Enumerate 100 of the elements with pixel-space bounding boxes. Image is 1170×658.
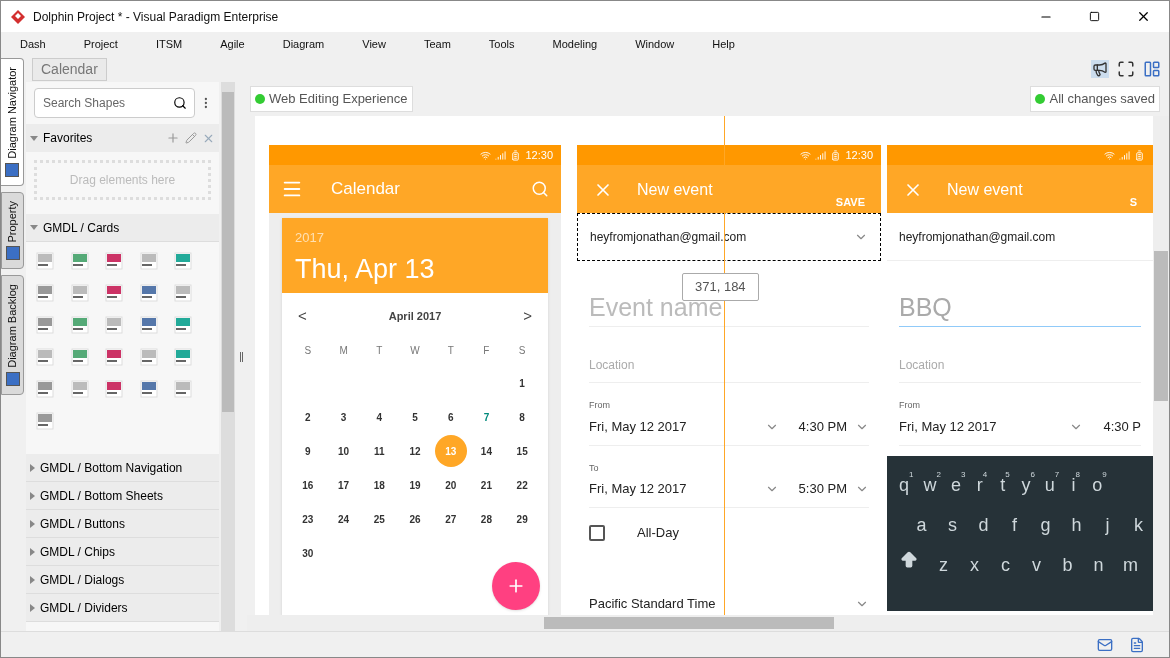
expand-arrow-icon[interactable] [30,225,38,230]
fit-window-icon[interactable] [1117,60,1135,78]
expand-arrow-icon[interactable] [30,135,38,141]
location-field[interactable]: Location [899,356,1141,383]
breadcrumb[interactable]: Calendar [32,57,107,81]
keyboard-key[interactable]: a [915,509,928,536]
expand-arrow-icon[interactable] [30,491,35,500]
expand-arrow-icon[interactable] [30,603,35,612]
calendar-day[interactable]: 4 [363,401,396,433]
keyboard-key[interactable]: c [999,549,1012,576]
card-thumbnail-icon[interactable] [70,284,89,302]
section-header[interactable]: GMDL / Bottom Sheets [26,482,219,510]
calendar-day[interactable]: 2 [291,401,324,433]
calendar-day[interactable]: 21 [470,469,503,501]
calendar-day[interactable]: 8 [506,401,539,433]
from-date[interactable]: Fri, May 12 2017 [899,416,1062,437]
card-thumbnail-icon[interactable] [174,284,193,302]
previous-month-button[interactable]: < [298,304,307,327]
from-time[interactable]: 4:30 P [1103,416,1141,437]
menu-item[interactable]: Window [616,35,694,53]
search-field[interactable]: Search Shapes [34,88,196,118]
calendar-day[interactable]: 27 [434,503,467,535]
card-thumbnail-icon[interactable] [36,380,54,398]
calendar-day[interactable]: 18 [363,469,396,501]
shift-key-icon[interactable] [899,549,919,570]
expand-arrow-icon[interactable] [30,575,35,584]
menu-item[interactable]: Help [693,35,754,53]
keyboard-key[interactable]: s [946,509,959,536]
keyboard-key[interactable]: f [1008,509,1021,536]
card-thumbnail-icon[interactable] [174,348,193,366]
calendar-day[interactable]: 3 [327,401,360,433]
panel-layout-icon[interactable] [1143,60,1161,78]
calendar-day[interactable]: 28 [470,503,503,535]
keyboard-key[interactable]: m [1123,549,1138,576]
keyboard-key[interactable]: k [1132,509,1145,536]
menu-item[interactable]: Dash [1,35,65,53]
card-thumbnail-icon[interactable] [139,316,158,334]
calendar-day[interactable]: 16 [291,469,324,501]
menu-item[interactable]: ITSM [136,35,202,53]
card-thumbnail-icon[interactable] [105,284,124,302]
card-thumbnail-icon[interactable] [139,252,158,270]
expand-arrow-icon[interactable] [30,463,35,472]
calendar-day[interactable]: 20 [434,469,467,501]
panel-scrollbar[interactable] [221,82,235,631]
timezone-selector[interactable]: Pacific Standard Time [589,594,855,611]
to-time[interactable]: 5:30 PM [798,479,847,499]
menu-item[interactable]: Diagram [263,35,344,53]
calendar-day[interactable]: 22 [506,469,539,501]
section-header[interactable]: GMDL / Dialogs [26,566,219,594]
card-thumbnail-icon[interactable] [174,380,193,398]
card-thumbnail-icon[interactable] [139,380,158,398]
menu-item[interactable]: Project [64,35,137,53]
calendar-day[interactable]: 7 [470,401,503,433]
card-thumbnail-icon[interactable] [36,252,54,270]
menu-item[interactable]: View [343,35,405,53]
card-thumbnail-icon[interactable] [36,316,54,334]
card-thumbnail-icon[interactable] [70,316,89,334]
calendar-day[interactable]: 10 [327,435,360,467]
all-day-checkbox[interactable] [589,525,605,541]
side-tab[interactable]: Property [1,191,24,270]
menu-item[interactable]: Agile [201,35,264,53]
section-header[interactable]: Favorites [26,124,219,152]
calendar-day[interactable]: 1 [506,367,539,399]
card-thumbnail-icon[interactable] [36,284,54,302]
from-date[interactable]: Fri, May 12 2017 [589,416,757,437]
keyboard-key[interactable]: h [1070,509,1083,536]
card-thumbnail-icon[interactable] [105,348,124,366]
calendar-day[interactable]: 23 [291,503,324,535]
card-thumbnail-icon[interactable] [36,348,54,366]
side-tab[interactable]: Diagram Backlog [1,275,24,396]
keyboard-key[interactable]: d [977,509,990,536]
calendar-day[interactable]: 12 [399,435,431,467]
expand-arrow-icon[interactable] [30,519,35,528]
keyboard-key[interactable]: v [1030,549,1043,576]
calendar-day[interactable]: 6 [434,401,467,433]
keyboard-key[interactable]: n [1092,549,1105,576]
from-time[interactable]: 4:30 PM [798,416,847,437]
card-thumbnail-icon[interactable] [139,348,158,366]
keyboard-key[interactable]: z [937,549,950,576]
keyboard-key[interactable]: g [1039,509,1052,536]
calendar-day[interactable]: 9 [291,435,324,467]
card-thumbnail-icon[interactable] [105,380,124,398]
keyboard-key[interactable]: j [1101,509,1114,536]
calendar-day[interactable]: 29 [506,503,539,535]
section-header[interactable]: GMDL / Bottom Navigation [26,454,219,482]
side-tab[interactable]: Diagram Navigator [1,58,24,186]
menu-item[interactable]: Modeling [533,35,617,53]
calendar-day[interactable]: 11 [363,435,396,467]
card-thumbnail-icon[interactable] [105,316,124,334]
to-date[interactable]: Fri, May 12 2017 [589,479,757,499]
card-thumbnail-icon[interactable] [70,348,89,366]
mail-icon[interactable] [1097,636,1113,653]
next-month-button[interactable]: > [523,304,532,327]
megaphone-icon[interactable] [1091,60,1109,78]
section-header[interactable]: GMDL / Chips [26,538,219,566]
calendar-day[interactable]: 25 [363,503,396,535]
card-thumbnail-icon[interactable] [139,284,158,302]
card-thumbnail-icon[interactable] [174,316,193,334]
card-thumbnail-icon[interactable] [70,252,89,270]
keyboard-key[interactable]: b [1061,549,1074,576]
